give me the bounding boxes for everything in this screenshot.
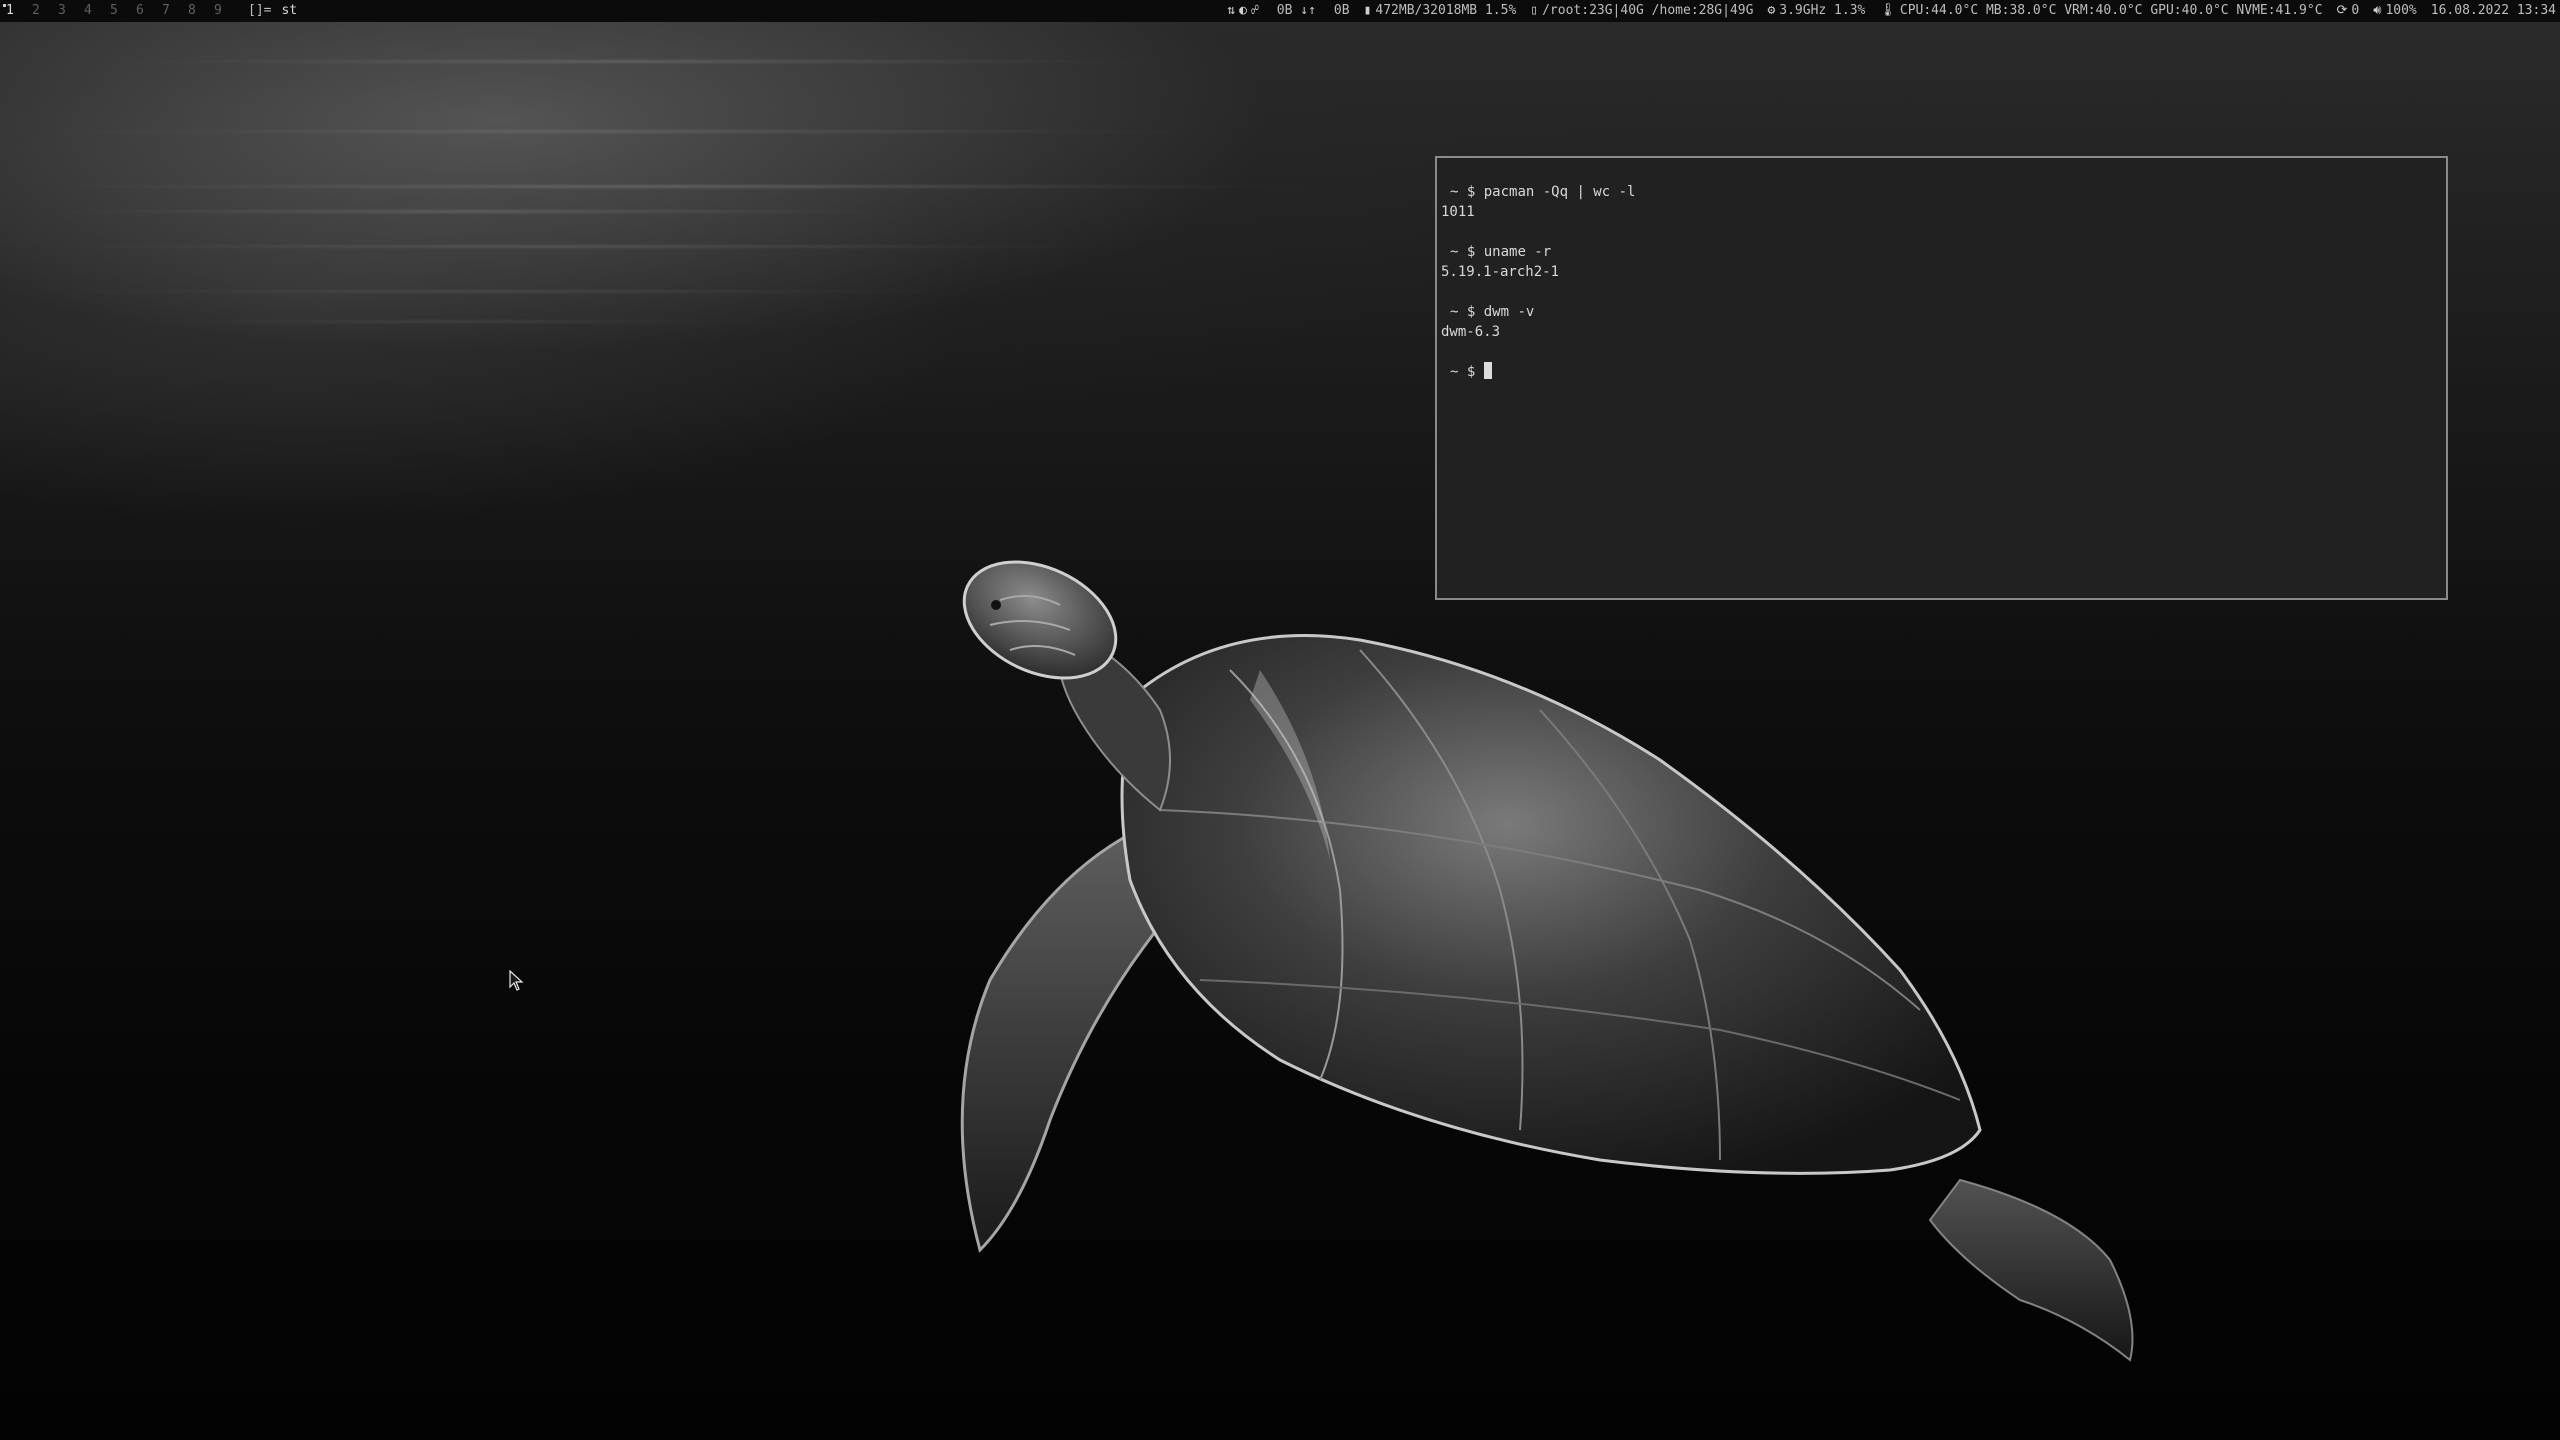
wave-streak [0,245,1150,248]
tag-7[interactable]: 7 [162,0,188,22]
wave-streak [20,210,920,213]
terminal-output: ~ $ pacman -Qq | wc -l 1011 ~ $ uname -r… [1441,182,2446,382]
terminal-output-line: dwm-6.3 [1441,324,1501,340]
wave-streak [0,130,1250,133]
text-cursor [1483,362,1492,379]
globe-icon: ◐ [1239,3,1247,18]
net-up: 0B [1333,3,1350,18]
refresh-icon: ⟳ [2336,3,2348,18]
wave-streak [80,60,1180,63]
wave-streak [100,320,800,323]
tag-2[interactable]: 2 [32,0,58,22]
network-status: ⇅ ◐ ☍ [1227,0,1262,22]
tag-3[interactable]: 3 [58,0,84,22]
terminal-input-line[interactable]: ~ $ [1441,362,2446,382]
wave-streak [0,290,1000,293]
layout-indicator[interactable]: []= [248,0,271,22]
tag-6[interactable]: 6 [136,0,162,22]
tag-5[interactable]: 5 [110,0,136,22]
wifi-icon: ⇅ [1227,3,1236,18]
top-status-bar: 1 2 3 4 5 6 7 8 9 []= st ⇅ ◐ ☍ 0B ↓↑ 0B ▮ 4… [0,0,2560,22]
terminal-output-line: 1011 [1441,204,1475,220]
network-icon: ☍ [1250,3,1259,18]
sea-turtle-image [960,560,2134,1362]
thermometer-icon: 🌡︎ [1879,3,1896,18]
updates-status: ⟳ 0 [2336,3,2360,18]
window-title: st [281,3,298,18]
wave-streak [0,185,1350,188]
memory-icon: ▮ [1363,3,1372,18]
arrows-updown-icon: ↓↑ [1300,3,1316,18]
tag-4[interactable]: 4 [84,0,110,22]
terminal-output-line: 5.19.1-arch2-1 [1441,264,1560,280]
mouse-pointer-icon [509,970,524,991]
speaker-icon: 🔊︎ [2373,3,2382,18]
tag-1[interactable]: 1 [3,0,32,22]
workspace-tags: 1 2 3 4 5 6 7 8 9 []= st [3,0,298,22]
disk-icon: ▯ [1530,3,1539,18]
net-down: 0B ↓↑ [1276,3,1316,18]
clock: 16.08.2022 13:34 [2430,3,2556,18]
terminal-command-line: ~ $ uname -r [1450,244,1552,260]
terminal-command-line: ~ $ dwm -v [1450,304,1535,320]
cpu-freq-status: ⚙ 3.9GHz 1.3% [1767,3,1866,18]
desktop-wallpaper: 1 2 3 4 5 6 7 8 9 []= st ⇅ ◐ ☍ 0B ↓↑ 0B ▮ 4… [0,0,2560,1440]
terminal-command-line: ~ $ pacman -Qq | wc -l [1450,184,1636,200]
tag-8[interactable]: 8 [188,0,214,22]
volume-status: 🔊︎ 100% [2373,3,2417,18]
terminal-window[interactable]: ~ $ pacman -Qq | wc -l 1011 ~ $ uname -r… [1435,156,2448,600]
disk-status: ▯/root:23G|40G /home:28G|49G [1530,3,1754,18]
memory-status: ▮ 472MB/32018MB 1.5% [1363,3,1517,18]
cpu-icon: ⚙ [1767,3,1776,18]
status-area: ⇅ ◐ ☍ 0B ↓↑ 0B ▮ 472MB/32018MB 1.5% ▯/root:… [1213,0,2556,22]
temperature-status: 🌡︎ CPU:44.0°C MB:38.0°C VRM:40.0°C GPU:40… [1879,3,2323,18]
tag-9[interactable]: 9 [214,0,240,22]
